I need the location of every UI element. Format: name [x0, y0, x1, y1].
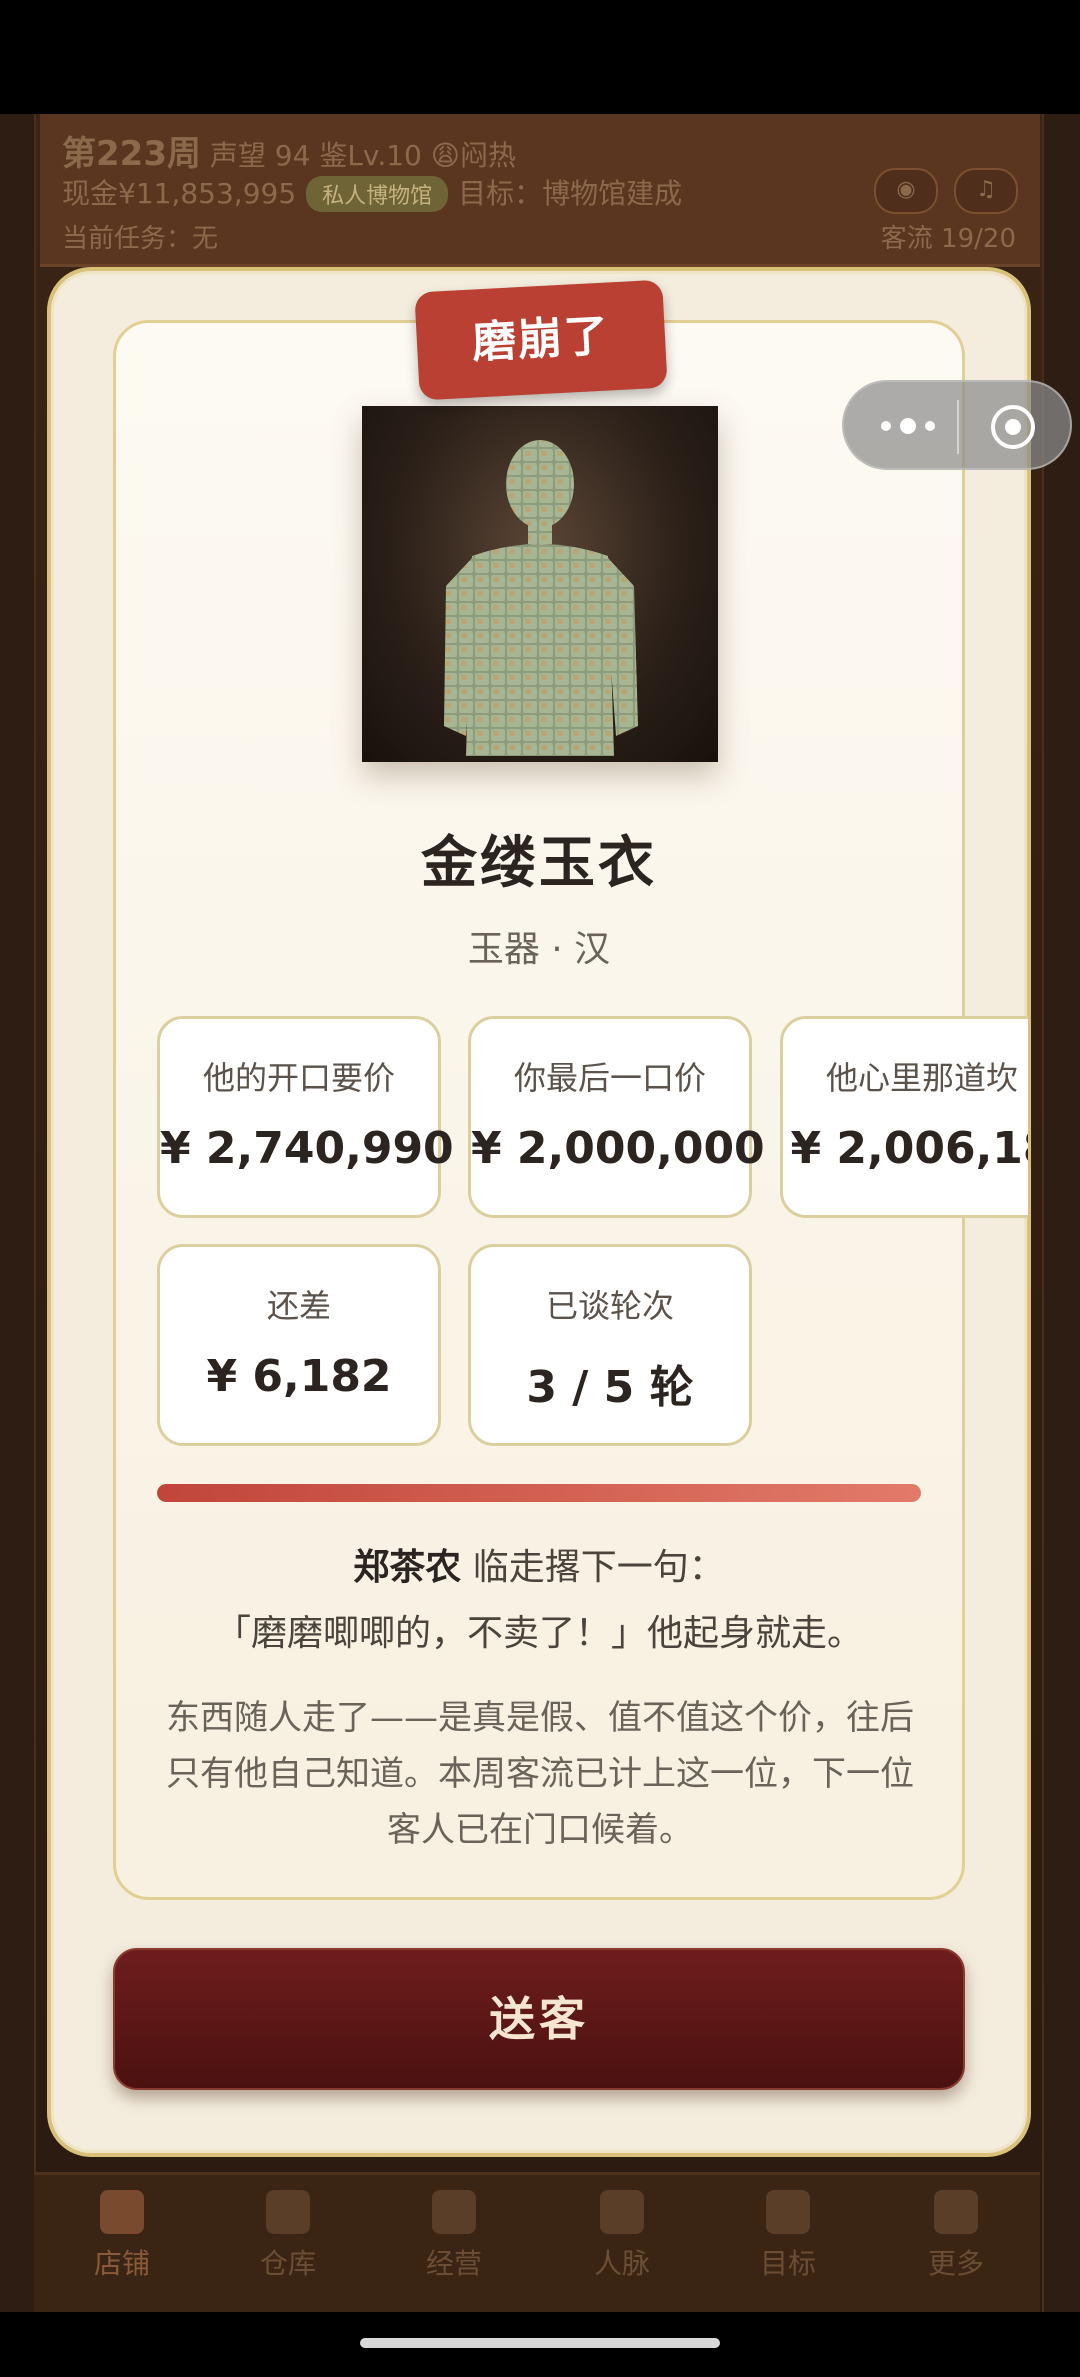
visitor-flow: 客流 19/20	[880, 224, 1016, 254]
bottom-tab-bar	[34, 2172, 1040, 2315]
negotiation-progress-bar	[157, 1484, 921, 1502]
artifact-image	[362, 406, 718, 762]
tab-more[interactable]: 更多	[896, 2190, 1016, 2282]
appraisal-level: 鉴Lv.10	[319, 139, 422, 172]
museum-badge: 私人博物馆	[306, 176, 449, 212]
stat-threshold-clip: 他心里那道坎 ¥ 2,006,18	[780, 1016, 1028, 1226]
artifact-name: 金缕玉衣	[421, 831, 657, 896]
send-off-button[interactable]: 送客	[113, 1948, 965, 2090]
weather-mood: 😩闷热	[430, 139, 516, 172]
hud-cash-row: 现金¥11,853,995 私人博物馆 目标：博物馆建成	[62, 172, 682, 212]
more-dots-icon[interactable]	[872, 404, 952, 448]
quote-text: 「磨磨唧唧的，不卖了！」他起身就走。	[214, 1613, 863, 1654]
artifact-category: 玉器 · 汉	[467, 929, 611, 970]
reputation: 声望 94	[209, 139, 311, 172]
stat-threshold: 他心里那道坎 ¥ 2,006,18	[780, 1016, 1028, 1218]
progress-fill	[157, 1484, 921, 1502]
contacts-icon	[600, 2190, 644, 2234]
shop-icon	[100, 2190, 144, 2234]
business-icon	[432, 2190, 476, 2234]
tab-goal[interactable]: 目标	[728, 2190, 848, 2282]
speaker-name: 郑茶农	[353, 1547, 462, 1588]
tab-shop[interactable]: 店铺	[62, 2190, 182, 2282]
warehouse-icon	[266, 2190, 310, 2234]
eye-toggle-icon[interactable]: ◉	[874, 168, 938, 214]
goal-icon	[766, 2190, 810, 2234]
goal-text: 目标：博物馆建成	[458, 177, 683, 210]
quote-header: 郑茶农 临走撂下一句：	[113, 1538, 965, 1590]
close-target-icon[interactable]	[988, 402, 1038, 452]
week-counter: 第223周	[62, 134, 201, 174]
tab-warehouse[interactable]: 仓库	[228, 2190, 348, 2282]
more-icon	[934, 2190, 978, 2234]
tab-business[interactable]: 经营	[394, 2190, 514, 2282]
current-task: 当前任务：无	[62, 224, 219, 254]
miniprogram-capsule	[842, 380, 1072, 470]
stat-final-offer: 你最后一口价 ¥ 2,000,000	[468, 1016, 765, 1218]
music-toggle-icon[interactable]: ♫	[954, 168, 1018, 214]
stat-asking-price: 他的开口要价 ¥ 2,740,990	[157, 1016, 454, 1218]
stat-rounds: 已谈轮次 3 / 5 轮	[468, 1244, 752, 1446]
stat-difference: 还差 ¥ 6,182	[157, 1244, 441, 1446]
capsule-divider	[957, 400, 959, 454]
tab-contacts[interactable]: 人脉	[562, 2190, 682, 2282]
result-ribbon: 磨崩了	[414, 279, 668, 401]
cash-amount: 现金¥11,853,995	[62, 177, 297, 210]
home-indicator[interactable]	[360, 2338, 720, 2348]
quote-intro: 临走撂下一句：	[461, 1547, 725, 1588]
hud-stats-row: 第223周 声望 94 鉴Lv.10 😩闷热	[62, 126, 516, 175]
status-bar	[0, 0, 1080, 114]
result-description: 东西随人走了——是真是假、值不值这个价，往后只有他自己知道。本周客流已计上这一位…	[166, 1698, 914, 1850]
